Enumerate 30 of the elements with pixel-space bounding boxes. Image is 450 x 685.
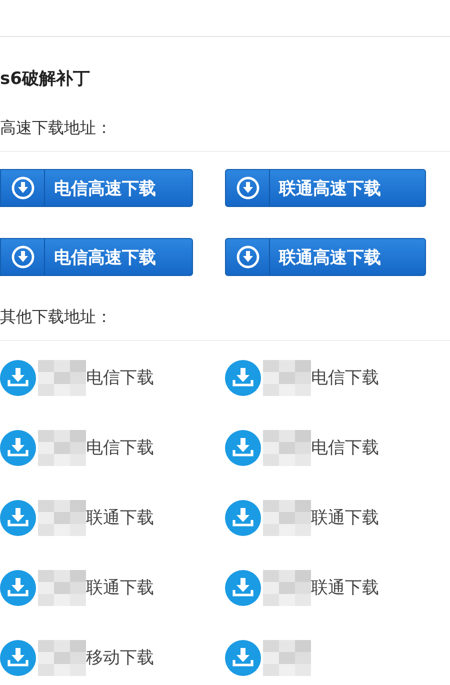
download-icon[interactable] bbox=[0, 500, 36, 536]
download-icon[interactable] bbox=[0, 570, 36, 606]
download-icon[interactable] bbox=[225, 570, 261, 606]
download-link[interactable]: 电信下载 bbox=[86, 366, 154, 389]
download-icon[interactable] bbox=[225, 360, 261, 396]
download-button[interactable]: 联通高速下载 bbox=[225, 169, 426, 207]
download-icon bbox=[236, 245, 260, 269]
download-button[interactable]: 联通高速下载 bbox=[225, 238, 426, 276]
download-link[interactable]: 电信下载 bbox=[311, 436, 379, 459]
download-button[interactable]: 电信高速下载 bbox=[0, 238, 193, 276]
download-link[interactable]: 电信下载 bbox=[311, 366, 379, 389]
download-icon[interactable] bbox=[0, 640, 36, 676]
download-icon[interactable] bbox=[0, 360, 36, 396]
download-icon[interactable] bbox=[225, 640, 261, 676]
download-icon[interactable] bbox=[225, 500, 261, 536]
download-link[interactable]: 电信下载 bbox=[86, 436, 154, 459]
section-title: s6破解补丁 bbox=[0, 68, 91, 91]
download-link[interactable]: 联通下载 bbox=[86, 576, 154, 599]
download-link[interactable]: 联通下载 bbox=[311, 576, 379, 599]
download-link[interactable]: 联通下载 bbox=[86, 506, 154, 529]
download-icon bbox=[10, 245, 34, 269]
download-button[interactable]: 电信高速下载 bbox=[0, 169, 193, 207]
download-link[interactable]: 联通下载 bbox=[311, 506, 379, 529]
section-heading: 其他下载地址： bbox=[0, 306, 113, 328]
download-link[interactable]: 移动下载 bbox=[86, 646, 154, 669]
section-heading: 高速下载地址： bbox=[0, 117, 113, 139]
download-icon bbox=[236, 176, 260, 200]
download-icon bbox=[10, 176, 34, 200]
download-icon[interactable] bbox=[225, 430, 261, 466]
download-icon[interactable] bbox=[0, 430, 36, 466]
